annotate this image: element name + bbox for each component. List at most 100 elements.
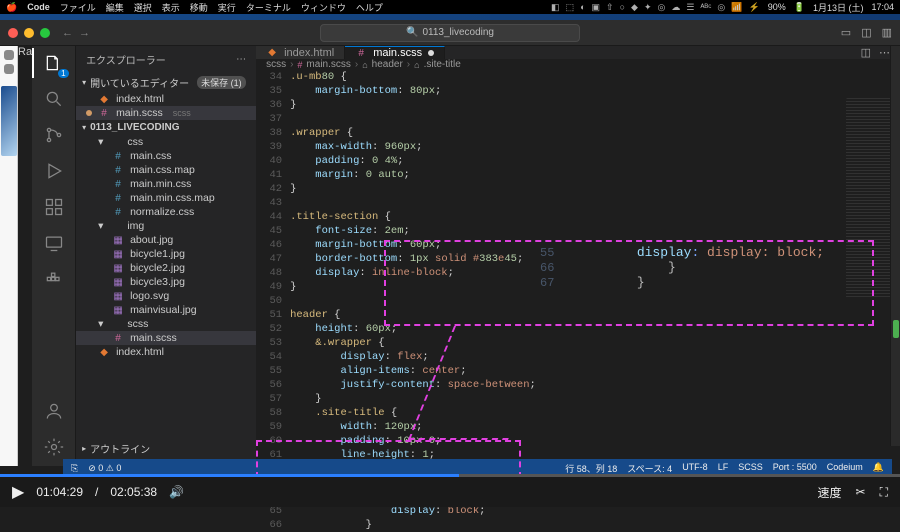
menu-item[interactable]: 移動 [190, 1, 208, 14]
menu-item[interactable]: ターミナル [246, 1, 291, 14]
file-item[interactable]: ▦about.jpg [76, 233, 256, 247]
file-item[interactable]: ◆ index.html [76, 345, 256, 359]
file-item[interactable]: # main.css.map [76, 163, 256, 177]
browser-tab-icon[interactable] [4, 64, 14, 74]
volume-icon[interactable]: 🔊 [169, 485, 184, 499]
file-item[interactable]: ▦bicycle1.jpg [76, 247, 256, 261]
file-name: index.html [116, 346, 164, 358]
modified-dot-icon [86, 110, 92, 116]
file-name: main.scss [130, 332, 177, 344]
css-file-icon: # [112, 164, 124, 176]
crumb[interactable]: .site-title [424, 59, 461, 70]
image-file-icon: ▦ [112, 262, 124, 274]
layout-sidebar-icon[interactable]: ◫ [861, 26, 871, 39]
eol[interactable]: LF [718, 462, 729, 475]
breadcrumb[interactable]: scss› #main.scss› ⌂header› ⌂.site-title [256, 59, 900, 70]
folder-name: css [127, 136, 143, 148]
fullscreen-icon[interactable]: ⛶ [880, 485, 888, 500]
cursor-position[interactable]: 行 58、列 18 [565, 462, 617, 475]
right-window-edge [890, 46, 900, 446]
clip-icon[interactable]: ✂ [856, 485, 866, 499]
open-editor-item[interactable]: # main.scss scss [76, 106, 256, 120]
html-file-icon: ◆ [266, 47, 278, 59]
folder-icon [109, 318, 121, 330]
remote-icon[interactable] [43, 232, 65, 254]
notifications-icon[interactable]: 🔔 [873, 462, 884, 475]
file-item[interactable]: #main.min.css [76, 177, 256, 191]
layout-panel-icon[interactable]: ▭ [841, 26, 851, 39]
split-editor-icon[interactable]: ◫ [861, 46, 871, 59]
settings-gear-icon[interactable] [43, 436, 65, 458]
file-name: mainvisual.jpg [130, 304, 197, 316]
folder-item[interactable]: ▾ css [76, 135, 256, 149]
encoding[interactable]: UTF-8 [682, 462, 708, 475]
chevron-down-icon: ▾ [82, 78, 86, 87]
crumb[interactable]: scss [266, 59, 286, 70]
command-center[interactable]: 🔍 0113_livecoding [320, 24, 580, 42]
file-name: bicycle2.jpg [130, 262, 185, 274]
workspace-section[interactable]: ▾ 0113_LIVECODING [76, 120, 256, 135]
outline-section[interactable]: ▸ アウトライン [76, 439, 256, 458]
search-text: 0113_livecoding [422, 27, 494, 38]
menu-item[interactable]: 表示 [162, 1, 180, 14]
more-icon[interactable]: ⋯ [879, 46, 890, 59]
modified-dot-icon [428, 50, 434, 56]
extensions-icon[interactable] [43, 196, 65, 218]
language-mode[interactable]: SCSS [738, 462, 763, 475]
search-icon[interactable] [43, 88, 65, 110]
play-button[interactable]: ▶ [12, 482, 24, 502]
menu-item[interactable]: ウィンドウ [301, 1, 346, 14]
file-item[interactable]: ▦bicycle3.jpg [76, 275, 256, 289]
open-editor-item[interactable]: ◆ index.html [76, 92, 256, 106]
status-item[interactable]: ⊘ 0 ⚠ 0 [88, 463, 121, 474]
tab-index-html[interactable]: ◆ index.html [256, 46, 345, 59]
speed-button[interactable]: 速度 [818, 484, 842, 501]
file-item[interactable]: #normalize.css [76, 205, 256, 219]
html-file-icon: ◆ [98, 346, 110, 358]
section-label: アウトライン [90, 441, 150, 456]
file-item[interactable]: ▦ bicycle2.jpg [76, 261, 256, 275]
file-name: main.min.css.map [130, 192, 215, 204]
source-control-icon[interactable] [43, 124, 65, 146]
nav-back-icon[interactable]: ← [62, 27, 73, 39]
image-file-icon: ▦ [112, 290, 124, 302]
zoom-icon[interactable] [40, 28, 50, 38]
folder-item[interactable]: ▾ scss [76, 317, 256, 331]
remote-indicator-icon[interactable]: ⎘ [71, 463, 78, 474]
close-icon[interactable] [8, 28, 18, 38]
account-icon[interactable] [43, 400, 65, 422]
layout-customize-icon[interactable]: ▥ [882, 26, 892, 39]
window-controls[interactable] [0, 28, 50, 38]
crumb[interactable]: main.scss [306, 59, 350, 70]
browser-tab-icon[interactable] [4, 50, 14, 60]
docker-icon[interactable] [43, 268, 65, 290]
file-name: main.css.map [130, 164, 195, 176]
more-icon[interactable]: ⋯ [236, 54, 246, 65]
run-debug-icon[interactable] [43, 160, 65, 182]
tab-main-scss[interactable]: # main.scss [345, 46, 445, 59]
menu-item[interactable]: 選択 [134, 1, 152, 14]
crumb[interactable]: header [372, 59, 403, 70]
explorer-icon[interactable]: 1 [43, 52, 65, 74]
file-item[interactable]: ▦mainvisual.jpg [76, 303, 256, 317]
time-current: 01:04:29 [36, 485, 83, 499]
menu-item[interactable]: ヘルプ [356, 1, 383, 14]
codeium-status[interactable]: Codeium [827, 462, 863, 475]
menu-item[interactable]: 編集 [106, 1, 124, 14]
menu-item[interactable]: 実行 [218, 1, 236, 14]
file-item[interactable]: #main.min.css.map [76, 191, 256, 205]
menu-item[interactable]: ファイル [60, 1, 96, 14]
file-name: main.css [130, 150, 171, 162]
apple-icon: 🍎 [6, 2, 17, 13]
file-name: index.html [116, 93, 164, 105]
tab-label: main.scss [373, 47, 422, 59]
file-item[interactable]: #main.css [76, 149, 256, 163]
folder-item[interactable]: ▾ img [76, 219, 256, 233]
live-server-port[interactable]: Port : 5500 [773, 462, 817, 475]
minimize-icon[interactable] [24, 28, 34, 38]
open-editors-section[interactable]: ▾ 開いているエディター 未保存 (1) [76, 73, 256, 92]
file-item[interactable]: #main.scss [76, 331, 256, 345]
nav-forward-icon[interactable]: → [79, 27, 90, 39]
indentation[interactable]: スペース: 4 [627, 462, 672, 475]
file-item[interactable]: ▦logo.svg [76, 289, 256, 303]
